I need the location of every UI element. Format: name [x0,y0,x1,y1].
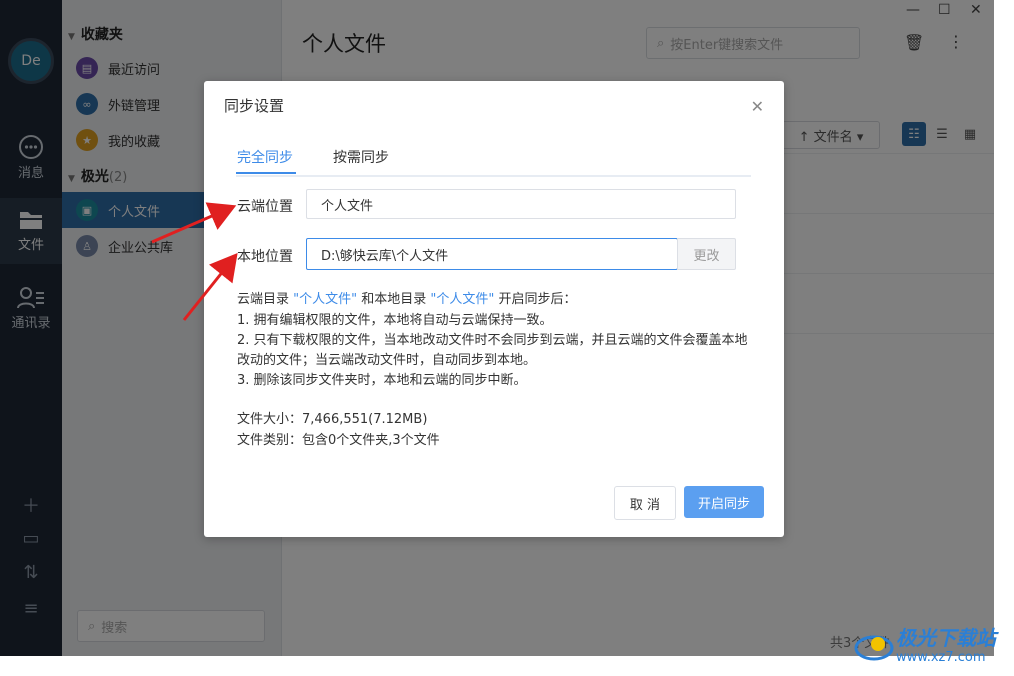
cloud-location-label: 云端位置 [237,199,293,215]
dialog-title: 同步设置 [224,97,285,115]
watermark-logo-icon [854,635,894,661]
sync-tabs: 完全同步 按需同步 [236,145,751,177]
watermark-url: www.xz7.com [896,650,986,665]
local-folder-name: "个人文件" [430,292,495,307]
rule-1: 1. 拥有编辑权限的文件，本地将自动与云端保持一致。 [237,313,553,328]
desc-text: 和本地目录 [357,292,431,307]
cancel-button[interactable]: 取 消 [614,486,676,520]
desc-text: 开启同步后： [494,292,577,307]
watermark-title: 极光下载站 [896,626,996,650]
window-edge [994,0,1014,676]
tab-on-demand-sync[interactable]: 按需同步 [333,147,389,167]
desc-text: 云端目录 [237,292,294,307]
rule-2: 2. 只有下载权限的文件，当本地改动文件时不会同步到云端，并且云端的文件会覆盖本… [237,333,748,368]
active-tab-indicator [236,172,296,174]
start-sync-button[interactable]: 开启同步 [684,486,764,518]
file-size-info: 文件大小：7,466,551(7.12MB) [237,412,428,427]
cloud-folder-name: "个人文件" [293,292,358,307]
close-icon[interactable]: ✕ [751,97,764,116]
rule-3: 3. 删除该同步文件夹时，本地和云端的同步中断。 [237,373,527,388]
tab-full-sync[interactable]: 完全同步 [237,147,293,167]
sync-description: 云端目录 "个人文件" 和本地目录 "个人文件" 开启同步后： [237,290,757,310]
file-type-info: 文件类别：包含0个文件夹,3个文件 [237,433,440,448]
cloud-location-field[interactable]: 个人文件 [306,189,736,219]
sync-settings-dialog: 同步设置 ✕ 完全同步 按需同步 云端位置 个人文件 本地位置 D:\够快云库\… [204,81,784,537]
local-location-field[interactable]: D:\够快云库\个人文件 [306,238,678,270]
local-location-label: 本地位置 [237,249,293,265]
site-watermark: 极光下载站 www.xz7.com [852,618,1012,674]
change-location-button[interactable]: 更改 [677,238,736,270]
